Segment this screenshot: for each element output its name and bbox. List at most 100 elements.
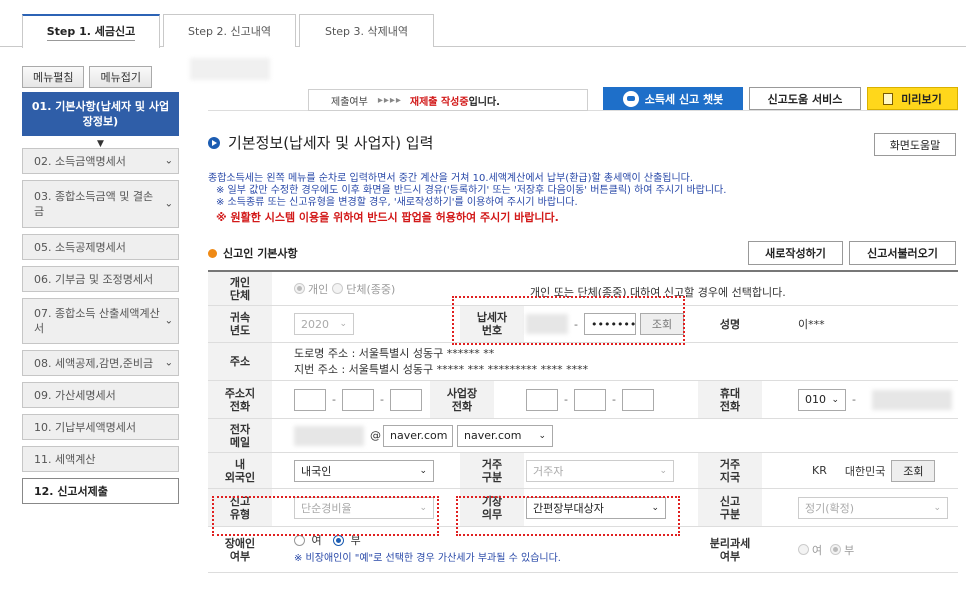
intro-line: 종합소득세는 왼쪽 메뉴를 순차로 입력하면서 중간 계산을 거쳐 10.세액계… bbox=[208, 173, 694, 184]
country-code: KR bbox=[812, 464, 827, 477]
radio-disabled-yes[interactable] bbox=[294, 535, 305, 546]
chevron-down-icon: ⌄ bbox=[933, 502, 941, 513]
year-value: 2020 bbox=[301, 317, 329, 331]
email-domain-value: naver.com bbox=[390, 429, 448, 442]
chevron-down-icon: ⌄ bbox=[164, 315, 173, 327]
intro-line: ※ 소득종류 또는 신고유형을 변경할 경우, '새로작성하기'를 이용하여 주… bbox=[216, 197, 578, 208]
country-lookup-button[interactable]: 조회 bbox=[891, 459, 936, 482]
biz-phone-1[interactable] bbox=[526, 388, 558, 411]
email-domain-select-value: naver.com bbox=[464, 429, 522, 442]
sidebar-item-prepaid-tax[interactable]: 10. 기납부세액명세서 bbox=[22, 414, 179, 440]
radio-yes-label: 여 bbox=[812, 543, 823, 557]
form-row-email: 전자 메일 @ naver.com naver.com ⌄ bbox=[208, 419, 958, 453]
home-phone-inputs: - - bbox=[294, 381, 422, 418]
type-label: 개인 단체 bbox=[208, 272, 272, 305]
road-address: 도로명 주소 : 서울특별시 성동구 ****** ** bbox=[294, 346, 495, 360]
sidebar-item-label: 02. 소득금액명세서 bbox=[34, 155, 126, 168]
foreign-label: 내 외국인 bbox=[208, 453, 272, 488]
biz-phone-3[interactable] bbox=[621, 388, 654, 411]
radio-disabled-no[interactable] bbox=[333, 535, 345, 546]
section-title: 신고인 기본사항 bbox=[208, 245, 298, 261]
form-row-phones: 주소지 전화 - - 사업장 전화 - - 휴대 전화 010 ⌄ - bbox=[208, 381, 958, 419]
home-phone-3[interactable] bbox=[389, 388, 422, 411]
sidebar-item-penalty[interactable]: 09. 가산세명세서 bbox=[22, 382, 179, 408]
sidebar-item-label: 11. 세액계산 bbox=[34, 453, 96, 466]
report-class-select[interactable]: 정기(확정) ⌄ bbox=[798, 496, 948, 519]
bullet-icon bbox=[208, 248, 217, 258]
intro-text: 종합소득세는 왼쪽 메뉴를 순차로 입력하면서 중간 계산을 거쳐 10.세액계… bbox=[208, 173, 726, 224]
country-name: 대한민국 bbox=[844, 464, 886, 478]
chevron-down-icon: ⌄ bbox=[339, 319, 347, 329]
status-arrows: ▸▸▸▸ bbox=[377, 94, 402, 106]
mobile-number[interactable] bbox=[871, 389, 952, 410]
highlight-taxpayer-no bbox=[452, 296, 685, 345]
chatbot-label: 소득세 신고 챗봇 bbox=[644, 92, 724, 106]
sidebar-controls: 메뉴펼침 메뉴접기 bbox=[22, 66, 152, 88]
sidebar-item-label: 12. 신고서제출 bbox=[34, 485, 108, 498]
tab-step1[interactable]: Step 1. 세금신고 bbox=[22, 14, 160, 48]
chevron-down-icon: ⌄ bbox=[831, 394, 839, 405]
report-class-label: 신고 구분 bbox=[698, 489, 762, 526]
sidebar-item-tax-computation[interactable]: 11. 세액계산 bbox=[22, 446, 179, 472]
biz-phone-inputs: - - bbox=[526, 381, 654, 418]
mobile-label: 휴대 전화 bbox=[698, 381, 762, 418]
home-phone-1[interactable] bbox=[294, 388, 326, 411]
sidebar-item-label: 01. 기본사항(납세자 및 사업장정보) bbox=[31, 100, 170, 128]
status-suffix: 입니다. bbox=[468, 96, 500, 108]
chatbot-button[interactable]: 소득세 신고 챗봇 bbox=[603, 87, 743, 110]
new-write-button[interactable]: 새로작성하기 bbox=[748, 241, 843, 265]
residency-select[interactable]: 거주자 ⌄ bbox=[526, 459, 674, 482]
chevron-down-icon: ⌄ bbox=[164, 198, 173, 210]
home-phone-2[interactable] bbox=[341, 388, 374, 411]
sidebar-item-tax-calculation-sheet[interactable]: 07. 종합소득 산출세액계산서 ⌄ bbox=[22, 298, 179, 344]
radio-separate-no[interactable] bbox=[830, 544, 842, 555]
foreign-value: 내국인 bbox=[301, 464, 332, 478]
biz-phone-2[interactable] bbox=[573, 388, 606, 411]
email-domain-select[interactable]: naver.com ⌄ bbox=[457, 424, 553, 447]
preview-button[interactable]: 미리보기 bbox=[867, 87, 958, 110]
chatbot-icon bbox=[622, 90, 639, 107]
tab-step2-label: Step 2. 신고내역 bbox=[187, 25, 271, 38]
sidebar-item-submit[interactable]: 12. 신고서제출 bbox=[22, 478, 179, 504]
highlight-report-type bbox=[212, 496, 439, 536]
sidebar-item-label: 09. 가산세명세서 bbox=[34, 389, 116, 402]
sidebar-item-income-statement[interactable]: 02. 소득금액명세서 ⌄ bbox=[22, 148, 179, 174]
radio-individual[interactable] bbox=[294, 283, 305, 294]
separate-tax-radio-group: 여 부 bbox=[798, 527, 854, 572]
tab-step2[interactable]: Step 2. 신고내역 bbox=[163, 14, 296, 47]
year-select[interactable]: 2020 ⌄ bbox=[294, 313, 354, 335]
sidebar-item-label: 10. 기납부세액명세서 bbox=[34, 421, 136, 434]
load-report-button[interactable]: 신고서불러오기 bbox=[849, 241, 956, 265]
radio-group[interactable] bbox=[332, 283, 344, 294]
radio-group-label: 단체(종중) bbox=[346, 282, 396, 296]
residency-value: 거주자 bbox=[533, 464, 564, 478]
tab-step3-label: Step 3. 삭제내역 bbox=[324, 25, 408, 38]
mobile-prefix-select[interactable]: 010 ⌄ bbox=[798, 388, 846, 411]
mobile-prefix-value: 010 bbox=[805, 393, 826, 406]
form-row-address: 주소 도로명 주소 : 서울특별시 성동구 ****** ** 지번 주소 : … bbox=[208, 343, 958, 381]
chevron-down-icon: ⌄ bbox=[659, 465, 667, 476]
disabled-note: ※ 비장애인이 "예"로 선택한 경우 가산세가 부과될 수 있습니다. bbox=[294, 552, 561, 564]
sidebar-item-basic-info[interactable]: 01. 기본사항(납세자 및 사업장정보) bbox=[22, 92, 179, 136]
chevron-down-icon: ⌄ bbox=[164, 357, 173, 369]
screen-help-button[interactable]: 화면도움말 bbox=[874, 133, 956, 156]
submit-status: 제출여부 ▸▸▸▸ 재제출 작성중 입니다. bbox=[308, 89, 588, 111]
sidebar-item-deductions[interactable]: 05. 소득공제명세서 bbox=[22, 234, 179, 260]
status-prefix: 제출여부 bbox=[331, 96, 368, 108]
menu-expand-button[interactable]: 메뉴펼침 bbox=[22, 66, 85, 88]
tab-step3[interactable]: Step 3. 삭제내역 bbox=[299, 14, 434, 47]
sidebar-item-donations[interactable]: 06. 기부금 및 조정명세서 bbox=[22, 266, 179, 292]
email-domain-input[interactable]: naver.com bbox=[383, 424, 453, 447]
redacted-area bbox=[190, 58, 270, 80]
toolbar: 제출여부 ▸▸▸▸ 재제출 작성중 입니다. 소득세 신고 챗봇 신고도움 서비… bbox=[208, 87, 958, 111]
step-tabs: Step 1. 세금신고 Step 2. 신고내역 Step 3. 삭제내역 bbox=[0, 0, 966, 48]
foreign-select[interactable]: 내국인 ⌄ bbox=[294, 459, 434, 482]
sidebar-item-label: 05. 소득공제명세서 bbox=[34, 241, 126, 254]
email-id-input[interactable] bbox=[294, 425, 364, 446]
name-value: 이*** bbox=[798, 318, 825, 331]
sidebar-item-tax-credits[interactable]: 08. 세액공제,감면,준비금 ⌄ bbox=[22, 350, 179, 376]
menu-collapse-button[interactable]: 메뉴접기 bbox=[89, 66, 152, 88]
sidebar-item-total-income[interactable]: 03. 종합소득금액 및 결손금 ⌄ bbox=[22, 180, 179, 228]
radio-separate-yes[interactable] bbox=[798, 544, 809, 555]
guide-service-button[interactable]: 신고도움 서비스 bbox=[749, 87, 861, 110]
